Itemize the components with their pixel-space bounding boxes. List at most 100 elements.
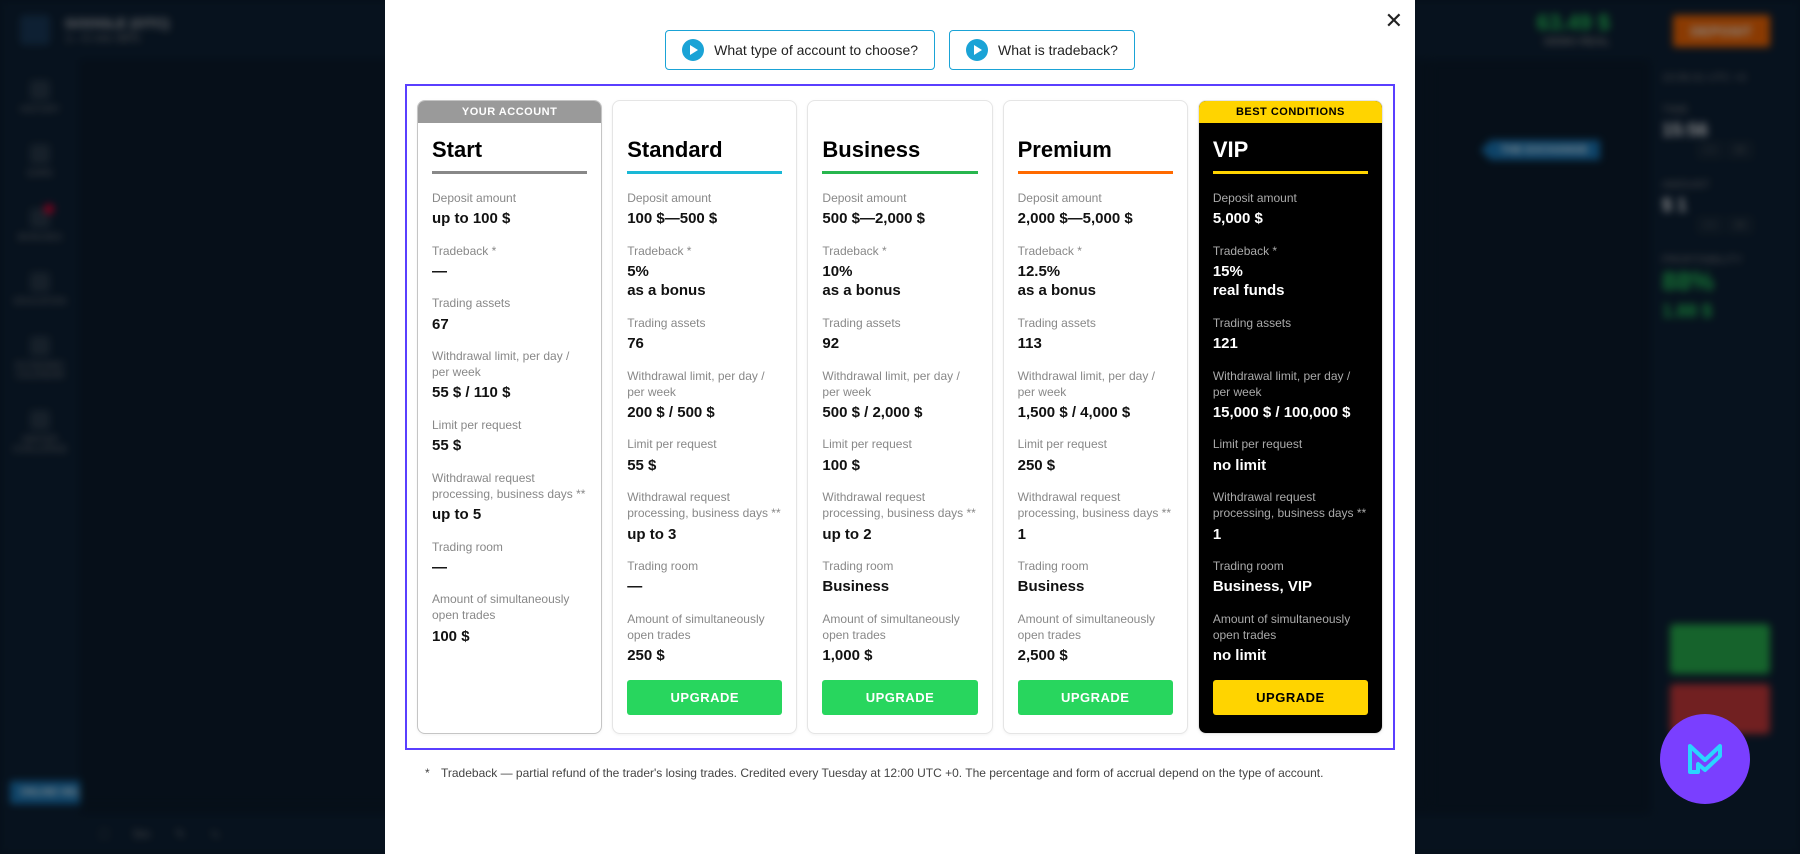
tier-value: 113 <box>1018 334 1173 354</box>
tier-value: 55 $ <box>432 436 587 456</box>
tier-value: 1,500 $ / 4,000 $ <box>1018 403 1173 423</box>
tier-value: 250 $ <box>1018 456 1173 476</box>
tier-label: Withdrawal request processing, business … <box>432 470 587 502</box>
tier-label: Limit per request <box>1213 436 1368 452</box>
footnote-1: Tradeback — partial refund of the trader… <box>441 766 1323 780</box>
tier-label: Tradeback * <box>822 243 977 259</box>
tier-label: Limit per request <box>432 417 587 433</box>
tier-value: up to 3 <box>627 525 782 545</box>
tier-label: Trading room <box>627 558 782 574</box>
tier-label: Trading room <box>1018 558 1173 574</box>
tier-label: Withdrawal request processing, business … <box>1213 489 1368 521</box>
tier-title: Standard <box>627 137 782 174</box>
tier-label: Withdrawal limit, per day / per week <box>627 368 782 400</box>
tier-label: Deposit amount <box>1018 190 1173 206</box>
tier-label: Limit per request <box>1018 436 1173 452</box>
close-button[interactable]: ✕ <box>1385 8 1403 34</box>
tier-value: 15,000 $ / 100,000 $ <box>1213 403 1368 423</box>
tier-value: 5,000 $ <box>1213 209 1368 229</box>
tier-value: 121 <box>1213 334 1368 354</box>
modal-top-buttons: What type of account to choose? What is … <box>385 0 1415 84</box>
footnotes: *Tradeback — partial refund of the trade… <box>385 764 1415 802</box>
tier-value: 2,000 $—5,000 $ <box>1018 209 1173 229</box>
tier-title: VIP <box>1213 137 1368 174</box>
tier-title: Premium <box>1018 137 1173 174</box>
tier-label: Withdrawal request processing, business … <box>822 489 977 521</box>
tier-value: up to 2 <box>822 525 977 545</box>
tier-label: Trading room <box>1213 558 1368 574</box>
tier-value: 500 $—2,000 $ <box>822 209 977 229</box>
tier-value: 1 <box>1213 525 1368 545</box>
tier-value: 100 $—500 $ <box>627 209 782 229</box>
tier-label: Tradeback * <box>1018 243 1173 259</box>
tier-value: 1,000 $ <box>822 646 977 666</box>
tier-value: no limit <box>1213 646 1368 666</box>
tier-label: Amount of simultaneously open trades <box>627 611 782 643</box>
what-tradeback-button[interactable]: What is tradeback? <box>949 30 1135 70</box>
what-account-button[interactable]: What type of account to choose? <box>665 30 935 70</box>
tier-label: Trading room <box>432 539 587 555</box>
tier-label: Tradeback * <box>627 243 782 259</box>
tier-label: Trading assets <box>1213 315 1368 331</box>
tier-value-sub: as a bonus <box>822 281 977 301</box>
tier-title: Start <box>432 137 587 174</box>
tier-value: 200 $ / 500 $ <box>627 403 782 423</box>
tier-value: 100 $ <box>432 627 587 647</box>
play-icon <box>966 39 988 61</box>
tier-value: up to 5 <box>432 505 587 525</box>
tier-value: 2,500 $ <box>1018 646 1173 666</box>
play-icon <box>682 39 704 61</box>
tier-value: — <box>432 262 587 282</box>
upgrade-button-premium[interactable]: UPGRADE <box>1018 680 1173 715</box>
best-conditions-badge: BEST CONDITIONS <box>1199 101 1382 123</box>
tier-value: 92 <box>822 334 977 354</box>
tier-card-standard: . Standard Deposit amount100 $—500 $ Tra… <box>612 100 797 734</box>
tier-label: Withdrawal limit, per day / per week <box>432 348 587 380</box>
upgrade-button-vip[interactable]: UPGRADE <box>1213 680 1368 715</box>
tier-value-sub: as a bonus <box>627 281 782 301</box>
tier-card-start: YOUR ACCOUNT Start Deposit amountup to 1… <box>417 100 602 734</box>
tier-card-business: . Business Deposit amount500 $—2,000 $ T… <box>807 100 992 734</box>
tier-title: Business <box>822 137 977 174</box>
tier-value: Business, VIP <box>1213 577 1368 597</box>
tier-value: — <box>432 558 587 578</box>
your-account-badge: YOUR ACCOUNT <box>418 101 601 123</box>
what-account-label: What type of account to choose? <box>714 42 918 58</box>
tier-card-vip: BEST CONDITIONS VIP Deposit amount 5,000 … <box>1198 100 1383 734</box>
tier-value: 55 $ / 110 $ <box>432 383 587 403</box>
brand-badge-icon[interactable] <box>1660 714 1750 804</box>
tier-label: Deposit amount <box>1213 190 1368 206</box>
tier-label: Withdrawal limit, per day / per week <box>1213 368 1368 400</box>
tier-value: no limit <box>1213 456 1368 476</box>
tier-value-sub: as a bonus <box>1018 281 1173 301</box>
tier-label: Limit per request <box>627 436 782 452</box>
tiers-container: YOUR ACCOUNT Start Deposit amountup to 1… <box>405 84 1395 750</box>
tier-label: Deposit amount <box>627 190 782 206</box>
tier-label: Tradeback * <box>432 243 587 259</box>
upgrade-button-business[interactable]: UPGRADE <box>822 680 977 715</box>
tier-label: Withdrawal request processing, business … <box>1018 489 1173 521</box>
tier-label: Trading assets <box>822 315 977 331</box>
account-tiers-modal: ✕ What type of account to choose? What i… <box>385 0 1415 854</box>
tier-label: Tradeback * <box>1213 243 1368 259</box>
tier-value: 100 $ <box>822 456 977 476</box>
tier-label: Amount of simultaneously open trades <box>1018 611 1173 643</box>
tier-value: — <box>627 577 782 597</box>
tier-value: 500 $ / 2,000 $ <box>822 403 977 423</box>
tier-value: 5% <box>627 262 782 282</box>
tier-value: 55 $ <box>627 456 782 476</box>
tier-label: Trading assets <box>1018 315 1173 331</box>
upgrade-button-standard[interactable]: UPGRADE <box>627 680 782 715</box>
tier-label: Amount of simultaneously open trades <box>432 591 587 623</box>
tier-value: Business <box>822 577 977 597</box>
tier-label: Trading assets <box>432 295 587 311</box>
tier-card-premium: . Premium Deposit amount2,000 $—5,000 $ … <box>1003 100 1188 734</box>
tier-value: Business <box>1018 577 1173 597</box>
tier-value: 250 $ <box>627 646 782 666</box>
tier-label: Limit per request <box>822 436 977 452</box>
tier-value-sub: real funds <box>1213 281 1368 301</box>
close-icon: ✕ <box>1385 8 1403 33</box>
what-tradeback-label: What is tradeback? <box>998 42 1118 58</box>
tier-label: Deposit amount <box>432 190 587 206</box>
tier-label: Amount of simultaneously open trades <box>1213 611 1368 643</box>
